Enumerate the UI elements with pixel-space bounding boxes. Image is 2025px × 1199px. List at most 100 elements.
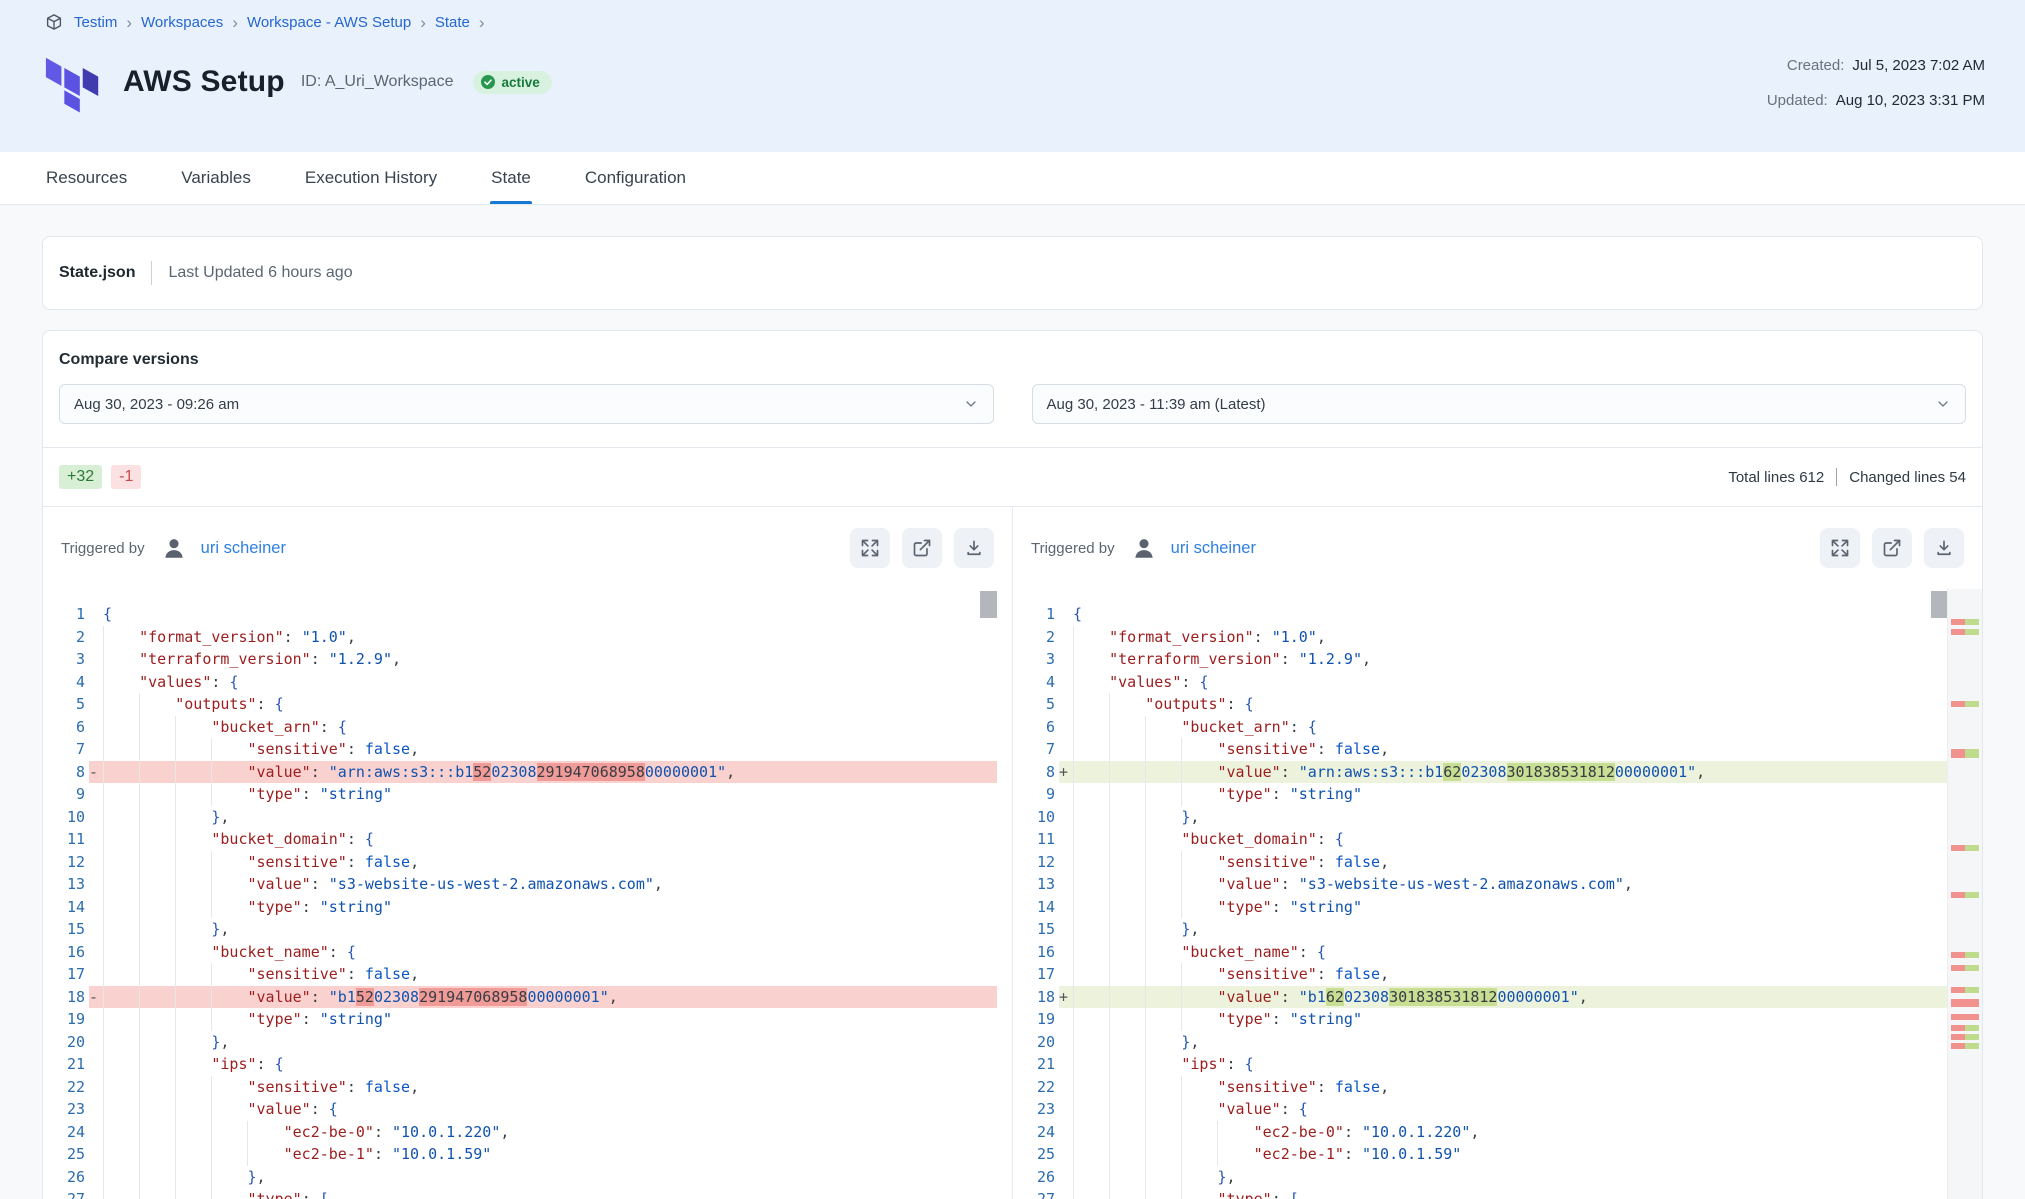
chevron-down-icon — [1935, 396, 1951, 412]
code-line: 15 }, — [1013, 918, 1947, 941]
status-badge-label: active — [501, 75, 539, 90]
triggered-by-label: Triggered by — [61, 540, 145, 557]
code-line: 27 "type": [ — [43, 1188, 997, 1199]
triggered-by-user-link[interactable]: uri scheiner — [1171, 539, 1256, 558]
open-in-new-tab-button[interactable] — [1872, 528, 1912, 568]
code-line: 14 "type": "string" — [43, 896, 997, 919]
diff-mark — [1951, 1043, 1979, 1049]
download-button[interactable] — [1924, 528, 1964, 568]
updated-label: Updated: — [1767, 92, 1828, 109]
fullscreen-button[interactable] — [1820, 528, 1860, 568]
deletions-badge: -1 — [111, 465, 141, 489]
code-line: 23 "value": { — [43, 1098, 997, 1121]
avatar — [161, 535, 187, 561]
code-line: 26 }, — [43, 1166, 997, 1189]
diff-mark — [1951, 1014, 1979, 1020]
code-line: 4 "values": { — [43, 671, 997, 694]
tab-variables[interactable]: Variables — [180, 152, 252, 204]
tab-configuration[interactable]: Configuration — [584, 152, 687, 204]
triggered-by-user-link[interactable]: uri scheiner — [201, 539, 286, 558]
tab-state[interactable]: State — [490, 152, 532, 204]
code-line: 19 "type": "string" — [1013, 1008, 1947, 1031]
version-select-left[interactable]: Aug 30, 2023 - 09:26 am — [59, 384, 994, 424]
diff-mark — [1951, 965, 1979, 971]
diff-mark — [1951, 892, 1979, 898]
code-line: 11 "bucket_domain": { — [1013, 828, 1947, 851]
code-line: 1{ — [43, 603, 997, 626]
code-line: 19 "type": "string" — [43, 1008, 997, 1031]
code-lines-new: 1{2 "format_version": "1.0",3 "terraform… — [1013, 603, 1947, 1199]
diff-mark — [1951, 701, 1979, 707]
code-line: 27 "type": [ — [1013, 1188, 1947, 1199]
code-line: 8+ "value": "arn:aws:s3:::b1620230830183… — [1013, 761, 1947, 784]
line-totals: Total lines 612 Changed lines 54 — [1728, 468, 1966, 486]
code-line: 11 "bucket_domain": { — [43, 828, 997, 851]
code-line: 1{ — [1013, 603, 1947, 626]
workspace-meta: Created:Jul 5, 2023 7:02 AM Updated:Aug … — [1767, 46, 1985, 118]
code-line: 6 "bucket_arn": { — [1013, 716, 1947, 739]
divider — [1836, 468, 1837, 486]
code-editor-new: 1{2 "format_version": "1.0",3 "terraform… — [1013, 589, 1982, 1199]
code-line: 25 "ec2-be-1": "10.0.1.59" — [1013, 1143, 1947, 1166]
tab-resources[interactable]: Resources — [45, 152, 128, 204]
total-lines: Total lines 612 — [1728, 469, 1824, 486]
code-lines-old: 1{2 "format_version": "1.0",3 "terraform… — [43, 603, 997, 1199]
created-label: Created: — [1787, 57, 1845, 74]
diff-mark — [1951, 629, 1979, 635]
diff-panel-new: Triggered by uri scheiner — [1012, 507, 1982, 1199]
code-line: 6 "bucket_arn": { — [43, 716, 997, 739]
code-line: 12 "sensitive": false, — [43, 851, 997, 874]
version-select-right[interactable]: Aug 30, 2023 - 11:39 am (Latest) — [1032, 384, 1967, 424]
code-line: 14 "type": "string" — [1013, 896, 1947, 919]
tab-bar: Resources Variables Execution History St… — [0, 152, 2025, 205]
diff-mark — [1951, 1025, 1979, 1031]
code-line: 2 "format_version": "1.0", — [1013, 626, 1947, 649]
code-line: 13 "value": "s3-website-us-west-2.amazon… — [1013, 873, 1947, 896]
chevron-down-icon — [963, 396, 979, 412]
code-line: 7 "sensitive": false, — [1013, 738, 1947, 761]
external-link-icon — [1882, 538, 1902, 558]
fullscreen-button[interactable] — [850, 528, 890, 568]
code-line: 18- "value": "b1520230829194706895800000… — [43, 986, 997, 1009]
code-line: 9 "type": "string" — [1013, 783, 1947, 806]
code-line: 22 "sensitive": false, — [43, 1076, 997, 1099]
breadcrumb-link-testim[interactable]: Testim — [74, 14, 117, 31]
diff-mark — [1951, 999, 1979, 1007]
updated-value: Aug 10, 2023 3:31 PM — [1836, 92, 1985, 109]
code-line: 18+ "value": "b1620230830183853181200000… — [1013, 986, 1947, 1009]
code-line: 25 "ec2-be-1": "10.0.1.59" — [43, 1143, 997, 1166]
diff-mark — [1951, 1034, 1979, 1040]
code-editor-old: 1{2 "format_version": "1.0",3 "terraform… — [43, 589, 1012, 1199]
triggered-by-label: Triggered by — [1031, 540, 1115, 557]
code-line: 17 "sensitive": false, — [1013, 963, 1947, 986]
download-icon — [1934, 538, 1954, 558]
diff-mark — [1951, 987, 1979, 993]
file-name: State.json — [59, 264, 135, 282]
breadcrumb-link-workspace[interactable]: Workspace - AWS Setup — [247, 14, 411, 31]
code-line: 17 "sensitive": false, — [43, 963, 997, 986]
file-last-updated: Last Updated 6 hours ago — [168, 264, 352, 282]
code-line: 26 }, — [1013, 1166, 1947, 1189]
breadcrumb-link-state[interactable]: State — [435, 14, 470, 31]
code-line: 24 "ec2-be-0": "10.0.1.220", — [1013, 1121, 1947, 1144]
download-button[interactable] — [954, 528, 994, 568]
diff-mark — [1951, 749, 1979, 758]
diff-overview-ruler — [1947, 589, 1982, 1199]
code-line: 7 "sensitive": false, — [43, 738, 997, 761]
breadcrumb: Testim › Workspaces › Workspace - AWS Se… — [45, 13, 1985, 31]
avatar — [1131, 535, 1157, 561]
code-line: 5 "outputs": { — [43, 693, 997, 716]
code-line: 16 "bucket_name": { — [43, 941, 997, 964]
scrollbar-thumb[interactable] — [1931, 591, 1947, 618]
version-select-left-value: Aug 30, 2023 - 09:26 am — [74, 396, 239, 413]
breadcrumb-link-workspaces[interactable]: Workspaces — [141, 14, 223, 31]
scrollbar-thumb[interactable] — [980, 591, 997, 618]
tab-execution-history[interactable]: Execution History — [304, 152, 438, 204]
code-line: 24 "ec2-be-0": "10.0.1.220", — [43, 1121, 997, 1144]
code-line: 8- "value": "arn:aws:s3:::b1520230829194… — [43, 761, 997, 784]
diff-panel-old: Triggered by uri scheiner — [43, 507, 1012, 1199]
open-in-new-tab-button[interactable] — [902, 528, 942, 568]
divider — [151, 261, 152, 285]
diff-mark — [1951, 845, 1979, 851]
code-line: 16 "bucket_name": { — [1013, 941, 1947, 964]
